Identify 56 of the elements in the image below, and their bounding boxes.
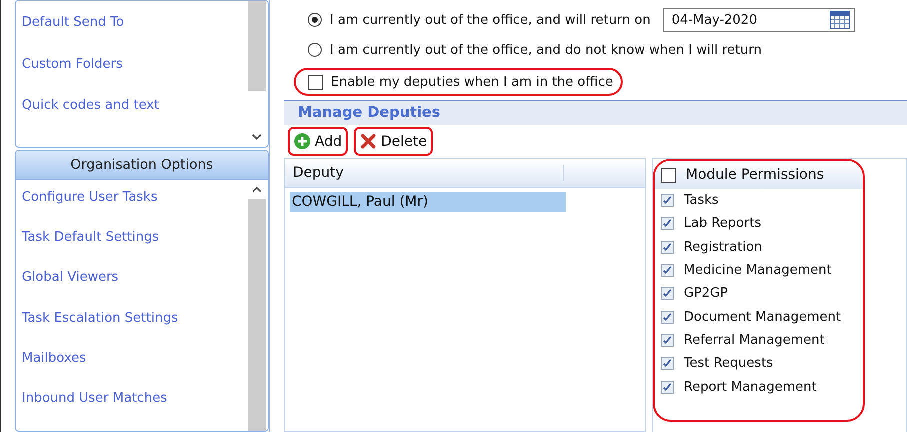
checkbox[interactable] — [661, 380, 674, 394]
check-mark-icon — [663, 359, 672, 368]
check-mark-icon — [663, 219, 672, 228]
checkbox[interactable] — [661, 168, 676, 182]
check-mark-icon — [663, 289, 672, 298]
radio-button[interactable] — [308, 43, 322, 57]
sidebar-link[interactable]: Quick codes and text — [16, 98, 246, 140]
delete-button[interactable]: Delete — [358, 130, 430, 153]
check-mark-icon — [663, 312, 672, 322]
permission-label: Document Management — [684, 310, 842, 325]
checkbox[interactable] — [661, 264, 674, 278]
check-mark-icon — [663, 336, 672, 345]
sidebar-link[interactable]: Inbound User Matches — [16, 390, 246, 431]
checkbox[interactable] — [661, 310, 674, 324]
scroll-down-icon[interactable] — [252, 134, 262, 141]
permission-label: Lab Reports — [684, 216, 762, 232]
sidebar-link[interactable]: Global Viewers — [16, 270, 246, 311]
date-field[interactable]: 04-May-2020 — [662, 8, 855, 32]
option-label: I am currently out of the office, and do not know when I will return — [330, 42, 762, 58]
checkbox[interactable] — [308, 74, 323, 90]
radio-button[interactable] — [308, 13, 322, 27]
sidebar-link[interactable]: Custom Folders — [16, 56, 246, 98]
permission-label: Test Requests — [684, 356, 774, 372]
sidebar-link[interactable]: Task Escalation Settings — [16, 310, 246, 351]
check-mark-icon — [663, 242, 672, 252]
section-header[interactable]: Organisation Options — [16, 151, 268, 180]
plus-icon — [294, 133, 311, 150]
sidebar-link[interactable]: Default Send To — [16, 15, 246, 56]
cross-icon — [360, 133, 378, 150]
sidebar-link[interactable]: Configure User Tasks — [16, 190, 246, 230]
permission-label: Tasks — [684, 193, 719, 208]
sidebar-link[interactable]: Task Default Settings — [16, 230, 246, 270]
checkbox[interactable] — [661, 194, 674, 208]
permission-label: Medicine Management — [684, 263, 832, 278]
sidebar-link[interactable]: Mailboxes — [16, 350, 246, 391]
scrollbar[interactable] — [246, 1, 268, 147]
permission-label: Report Management — [684, 380, 817, 395]
table-row[interactable]: COWGILL, Paul (Mr) — [290, 192, 566, 212]
section-title: Manage Deputies — [298, 105, 441, 121]
scroll-up-icon[interactable] — [252, 186, 262, 193]
check-mark-icon — [663, 266, 672, 276]
check-mark-icon — [663, 382, 672, 392]
checkbox[interactable] — [661, 334, 674, 347]
permission-label: GP2GP — [684, 286, 728, 302]
checkbox[interactable] — [661, 357, 674, 370]
permission-label: Referral Management — [684, 332, 825, 348]
checkbox[interactable] — [661, 287, 674, 300]
checkbox[interactable] — [661, 240, 674, 254]
checkbox-label: Enable my deputies when I am in the office — [331, 74, 614, 90]
permission-label: Registration — [684, 240, 762, 255]
calendar-icon[interactable] — [830, 11, 850, 29]
checkbox[interactable] — [661, 217, 674, 230]
check-mark-icon — [663, 196, 672, 206]
header-label: Module Permissions — [686, 167, 824, 183]
option-label: I am currently out of the office, and will return on — [330, 12, 651, 28]
add-button[interactable]: Add — [292, 130, 344, 153]
